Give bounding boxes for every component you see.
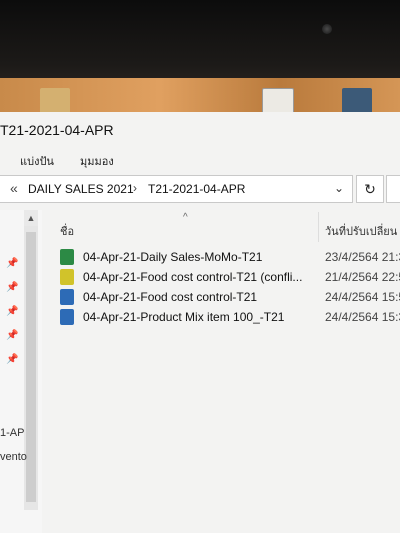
file-name: 04-Apr-21-Daily Sales-MoMo-T21 [83,250,263,264]
nav-scroll-thumb[interactable] [26,232,36,502]
column-header-date-modified[interactable]: วันที่ปรับเปลี่ยน [325,222,397,240]
file-name: 04-Apr-21-Food cost control-T21 (confli.… [83,270,303,284]
refresh-button[interactable]: ↻ [356,175,384,203]
desktop-app-icon[interactable] [342,88,372,114]
ribbon-tab-view[interactable]: มุมมอง [80,152,114,170]
scroll-up-arrow[interactable]: ▲ [24,210,38,226]
file-name: 04-Apr-21-Food cost control-T21 [83,290,258,304]
file-explorer-window: T21-2021-04-APR แบ่งปัน มุมมอง « DAILY S… [0,112,400,533]
file-date: 24/4/2564 15:5 [325,290,400,304]
file-date: 23/4/2564 21:3 [325,250,400,264]
file-row[interactable]: 04-Apr-21-Food cost control-T21 24/4/256… [60,288,400,308]
file-row[interactable]: 04-Apr-21-Product Mix item 100_-T21 24/4… [60,308,400,328]
ribbon-tab-share[interactable]: แบ่งปัน [20,152,54,170]
chevron-down-icon[interactable]: ⌄ [334,181,344,195]
column-header-name[interactable]: ชื่อ [60,222,74,240]
nav-item[interactable]: vento [0,451,27,463]
column-divider[interactable] [318,212,319,242]
pin-icon: 📌 [6,258,19,269]
breadcrumb-current[interactable]: T21-2021-04-APR [148,182,245,196]
nav-item[interactable]: 1-AP [0,427,24,439]
file-name: 04-Apr-21-Product Mix item 100_-T21 [83,310,285,324]
excel-blue-icon [60,289,74,305]
file-date: 24/4/2564 15:3 [325,310,400,324]
sort-ascending-icon: ^ [183,212,188,223]
desktop-folder-icon[interactable] [40,88,70,114]
navigation-pane: ▲ 📌 📌 📌 📌 📌 1-AP vento [0,210,42,533]
pin-icon: 📌 [6,306,19,317]
pin-icon: 📌 [6,354,19,365]
address-bar[interactable]: « DAILY SALES 2021 › T21-2021-04-APR ⌄ [0,175,353,203]
excel-blue-icon [60,309,74,325]
window-title: T21-2021-04-APR [0,122,114,138]
file-row[interactable]: 04-Apr-21-Food cost control-T21 (confli.… [60,268,400,288]
breadcrumb-parent[interactable]: DAILY SALES 2021 [28,182,134,196]
chevron-right-icon: › [133,181,137,195]
file-row[interactable]: 04-Apr-21-Daily Sales-MoMo-T21 23/4/2564… [60,248,400,268]
pin-icon: 📌 [6,330,19,341]
excel-yellow-icon [60,269,74,285]
excel-green-icon [60,249,74,265]
webcam [322,24,332,34]
search-input[interactable] [386,175,400,203]
pin-icon: 📌 [6,282,19,293]
file-date: 21/4/2564 22:5 [325,270,400,284]
chevron-left-icon[interactable]: « [10,180,18,196]
